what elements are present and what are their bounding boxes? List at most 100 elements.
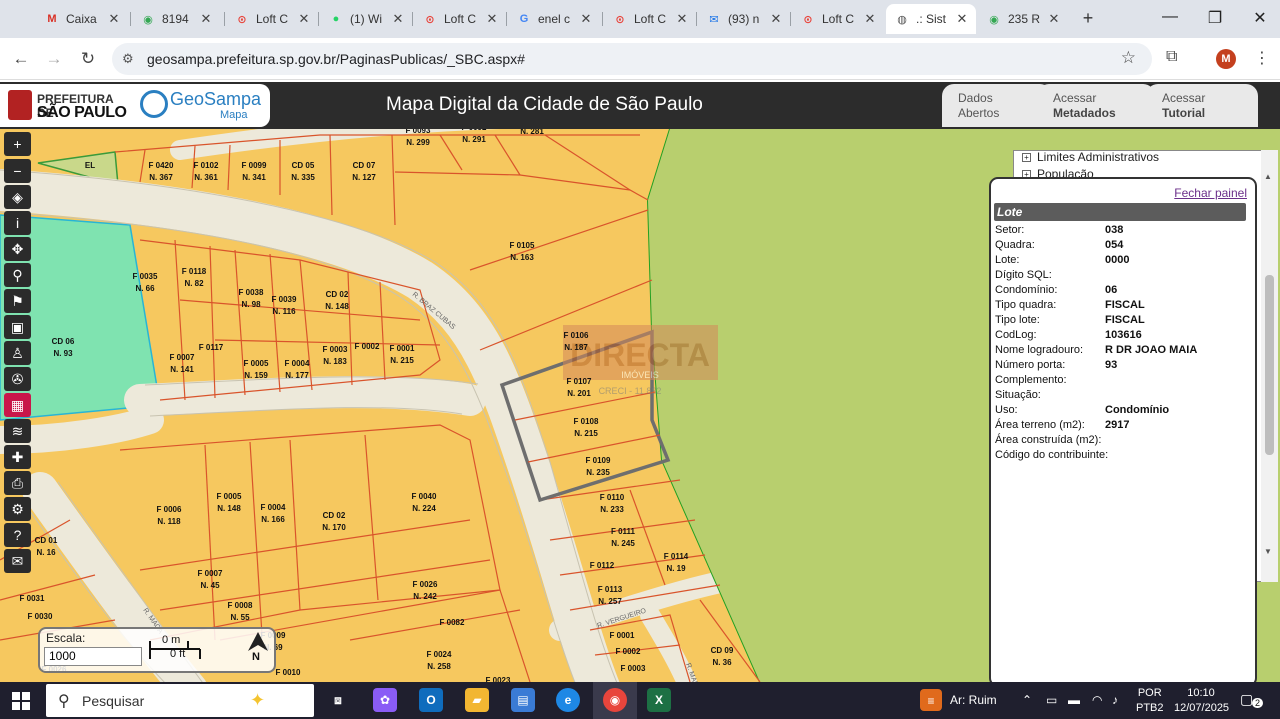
browser-tab[interactable]: ⊙ Loft C ✕ [226, 4, 318, 34]
clock[interactable]: 10:10 12/07/2025 [1174, 686, 1229, 716]
language-indicator[interactable]: POR PTB2 [1136, 686, 1164, 716]
browser-tab[interactable]: ◍ .: Sist ✕ [886, 4, 976, 34]
map-report-icon[interactable]: ▦ [4, 393, 31, 417]
field-label: Situação: [995, 389, 1041, 401]
film-icon[interactable]: ✇ [4, 367, 31, 391]
meet-icon[interactable]: ▭ [1046, 693, 1057, 707]
prefeitura-logo[interactable]: PREFEITURA DE SÃO PAULO [0, 84, 132, 127]
expand-icon[interactable]: + [1022, 153, 1031, 163]
volume-icon[interactable]: ♪ [1112, 693, 1118, 707]
scroll-up-icon[interactable]: ▲ [1264, 172, 1272, 181]
excel-icon[interactable]: X [647, 688, 671, 712]
save-icon[interactable]: ▣ [4, 315, 31, 339]
new-tab-button[interactable]: + [1078, 8, 1098, 28]
lot-number-label: N. 98 [241, 300, 261, 309]
browser-tab[interactable]: ◉ 235 R ✕ [978, 4, 1068, 34]
tab-metadados[interactable]: Acessar Metadados [1037, 84, 1155, 127]
settings-icon[interactable]: ⚙ [4, 497, 31, 521]
browser-tab[interactable]: ⊙ Loft C ✕ [414, 4, 506, 34]
field-label: Tipo quadra: [995, 299, 1057, 311]
tab-close-icon[interactable]: ✕ [1046, 11, 1062, 27]
weather-icon[interactable]: ≡ [920, 689, 942, 711]
tab-dados-abertos[interactable]: Dados Abertos [942, 84, 1052, 127]
plus-cross-icon[interactable]: ✚ [4, 445, 31, 469]
forward-icon[interactable]: → [43, 48, 65, 70]
tab-close-icon[interactable]: ✕ [106, 11, 122, 27]
lang-line2: PTB2 [1136, 702, 1164, 714]
tab-close-icon[interactable]: ✕ [768, 11, 784, 27]
notification-icon[interactable]: ▢ [1240, 691, 1253, 708]
tab-close-icon[interactable]: ✕ [390, 11, 406, 27]
browser-tab-bar: M Caixa ✕ ◉ 8194 ✕ ⊙ Loft C ✕ ● (1) Wi ✕ ⊙ Loft C ✕ Gen… [0, 0, 1280, 38]
mail-icon: ✉ [709, 13, 719, 26]
copilot-icon[interactable]: ✿ [373, 688, 397, 712]
contour-icon[interactable]: ≋ [4, 419, 31, 443]
chrome-icon[interactable]: ◉ [603, 688, 627, 712]
weather-text[interactable]: Ar: Ruim [950, 693, 997, 707]
search-icon[interactable]: ⚲ [4, 263, 31, 287]
tab-tutorial[interactable]: Acessar Tutorial [1146, 84, 1258, 127]
close-panel-link[interactable]: Fechar painel [1174, 186, 1247, 200]
pref-line2: SÃO PAULO [37, 104, 127, 121]
tab-close-icon[interactable]: ✕ [296, 11, 312, 27]
site-info-icon[interactable]: ⚙ [122, 51, 134, 67]
browser-tab[interactable]: ⊙ Loft C ✕ [792, 4, 884, 34]
menu-kebab-icon[interactable]: ⋮ [1254, 48, 1270, 68]
windows-start-icon[interactable] [12, 692, 30, 710]
task-view-icon[interactable]: ⧈ [326, 688, 350, 712]
field-value: 103616 [1105, 329, 1142, 341]
layer-item[interactable]: + Limites Administrativos [1022, 150, 1159, 164]
back-icon[interactable]: ← [10, 48, 32, 70]
tab-close-icon[interactable]: ✕ [484, 11, 500, 27]
address-bar[interactable]: ⚙ geosampa.prefeitura.sp.gov.br/PaginasP… [112, 43, 1152, 75]
bookmark-star-icon[interactable]: ☆ [1121, 48, 1136, 68]
print-icon[interactable]: ⎙ [4, 471, 31, 495]
scale-input[interactable]: 1000 [44, 647, 142, 666]
tab-close-icon[interactable]: ✕ [578, 11, 594, 27]
scroll-down-icon[interactable]: ▼ [1264, 547, 1272, 556]
layers-icon[interactable]: ◈ [4, 185, 31, 209]
taskbar-search[interactable]: ⚲ Pesquisar ✦ [46, 684, 314, 717]
tab-separator [224, 12, 225, 26]
geosampa-logo[interactable]: GeoSampa Mapa [132, 84, 270, 127]
layers-scrollbar[interactable]: ▲ ▼ [1261, 150, 1278, 582]
tray-chevron-icon[interactable]: ⌃ [1022, 693, 1032, 707]
outlook-icon[interactable]: O [419, 688, 443, 712]
lot-info-panel: Fechar painel Lote Setor: 038 Quadra: 054 Lo… [989, 177, 1257, 687]
browser-tab[interactable]: ✉ (93) n ✕ [698, 4, 790, 34]
store-icon[interactable]: ▤ [511, 688, 535, 712]
street-view-icon[interactable]: ♙ [4, 341, 31, 365]
help-icon[interactable]: ? [4, 523, 31, 547]
url-text[interactable]: geosampa.prefeitura.sp.gov.br/PaginasPub… [147, 51, 525, 67]
lot-id-label: F 0112 [590, 561, 615, 570]
extensions-icon[interactable]: ⧉ [1166, 48, 1177, 66]
battery-icon[interactable]: ▬ [1068, 693, 1080, 707]
reload-icon[interactable]: ↻ [77, 48, 99, 70]
restore-icon[interactable]: ❐ [1205, 8, 1225, 28]
mail-icon[interactable]: ✉ [4, 549, 31, 573]
wifi-icon[interactable]: ◠ [1092, 693, 1102, 707]
scroll-thumb[interactable] [1265, 275, 1274, 455]
file-explorer-icon[interactable]: ▰ [465, 688, 489, 712]
zoom-in-icon[interactable]: + [4, 132, 31, 156]
lot-number-label: N. 201 [567, 389, 591, 398]
measure-icon[interactable]: ⚑ [4, 289, 31, 313]
browser-tab[interactable]: ⊙ Loft C ✕ [604, 4, 696, 34]
minimize-icon[interactable]: — [1160, 8, 1180, 26]
edge-icon[interactable]: e [556, 688, 580, 712]
lang-line1: POR [1137, 687, 1162, 699]
browser-tab[interactable]: ◉ 8194 ✕ [132, 4, 220, 34]
browser-tab[interactable]: Genel c ✕ [508, 4, 600, 34]
close-window-icon[interactable]: ✕ [1250, 8, 1270, 28]
tab-close-icon[interactable]: ✕ [674, 11, 690, 27]
tab-close-icon[interactable]: ✕ [198, 11, 214, 27]
loft-icon: ⊙ [615, 13, 625, 26]
profile-avatar[interactable]: M [1216, 49, 1236, 69]
tab-close-icon[interactable]: ✕ [862, 11, 878, 27]
pan-icon[interactable]: ✥ [4, 237, 31, 261]
zoom-out-icon[interactable]: − [4, 159, 31, 183]
browser-tab[interactable]: M Caixa ✕ [36, 4, 128, 34]
tab-close-icon[interactable]: ✕ [954, 11, 970, 27]
browser-tab[interactable]: ● (1) Wi ✕ [320, 4, 412, 34]
info-icon[interactable]: i [4, 211, 31, 235]
